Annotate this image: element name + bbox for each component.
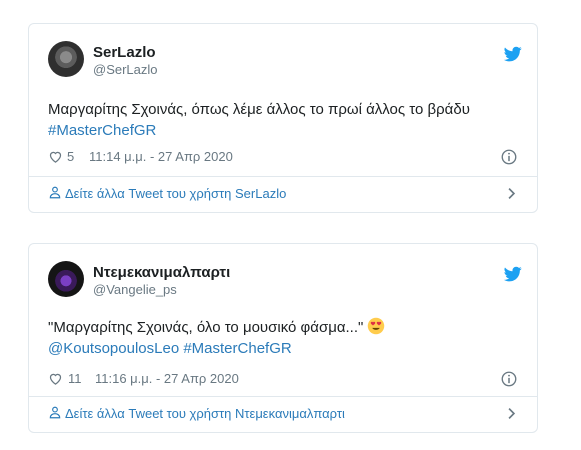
person-icon: [49, 186, 61, 199]
tweet-header: Ντεμεκανιμαλπαρτι @Vangelie_ps: [48, 261, 523, 301]
user-handle[interactable]: @SerLazlo: [93, 62, 158, 77]
chevron-right-icon[interactable]: [507, 407, 516, 420]
user-name[interactable]: SerLazlo: [93, 44, 156, 61]
heart-eyes-emoji-icon: [368, 317, 385, 335]
info-icon[interactable]: [500, 148, 518, 166]
more-tweets-link[interactable]: Δείτε άλλα Tweet του χρήστη SerLazlo: [48, 184, 518, 204]
user-handle[interactable]: @Vangelie_ps: [93, 282, 177, 297]
tweet-text: "Μαργαρίτης Σχοινάς, όλο το μουσικό φάσμ…: [48, 317, 523, 359]
chevron-right-icon[interactable]: [507, 187, 516, 200]
twitter-bird-icon[interactable]: [503, 265, 523, 283]
heart-icon[interactable]: [48, 149, 63, 164]
info-icon[interactable]: [500, 370, 518, 388]
person-icon: [49, 406, 61, 419]
divider: [29, 176, 537, 177]
more-tweets-label[interactable]: Δείτε άλλα Tweet του χρήστη SerLazlo: [65, 186, 286, 201]
tweet-text: Μαργαρίτης Σχοινάς, όπως λέμε άλλος το π…: [48, 99, 523, 141]
mention-link[interactable]: @KoutsopoulosLeo: [48, 340, 179, 357]
avatar[interactable]: [48, 41, 84, 77]
more-tweets-link[interactable]: Δείτε άλλα Tweet του χρήστη Ντεμεκανιμαλ…: [48, 404, 518, 424]
more-tweets-label[interactable]: Δείτε άλλα Tweet του χρήστη Ντεμεκανιμαλ…: [65, 406, 345, 421]
tweet-text-line: Μαργαρίτης Σχοινάς, όπως λέμε άλλος το π…: [48, 101, 470, 118]
tweet-timestamp[interactable]: 11:14 μ.μ. - 27 Απρ 2020: [89, 149, 233, 164]
user-name[interactable]: Ντεμεκανιμαλπαρτι: [93, 264, 230, 281]
twitter-bird-icon[interactable]: [503, 45, 523, 63]
hashtag-link[interactable]: #MasterChefGR: [48, 122, 156, 139]
tweet-timestamp[interactable]: 11:16 μ.μ. - 27 Απρ 2020: [95, 371, 239, 386]
tweet-meta: 5 11:14 μ.μ. - 27 Απρ 2020: [48, 148, 518, 168]
tweet-meta: 11 11:16 μ.μ. - 27 Απρ 2020: [48, 370, 518, 390]
tweet-card[interactable]: SerLazlo @SerLazlo Μαργαρίτης Σχοινάς, ό…: [28, 23, 538, 213]
like-count[interactable]: 5: [67, 149, 74, 164]
hashtag-link[interactable]: #MasterChefGR: [183, 340, 291, 357]
tweet-header: SerLazlo @SerLazlo: [48, 41, 523, 81]
divider: [29, 396, 537, 397]
heart-icon[interactable]: [48, 371, 63, 386]
like-count[interactable]: 11: [68, 371, 82, 386]
tweet-text-line: "Μαργαρίτης Σχοινάς, όλο το μουσικό φάσμ…: [48, 319, 364, 336]
avatar[interactable]: [48, 261, 84, 297]
tweet-card[interactable]: Ντεμεκανιμαλπαρτι @Vangelie_ps "Μαργαρίτ…: [28, 243, 538, 433]
